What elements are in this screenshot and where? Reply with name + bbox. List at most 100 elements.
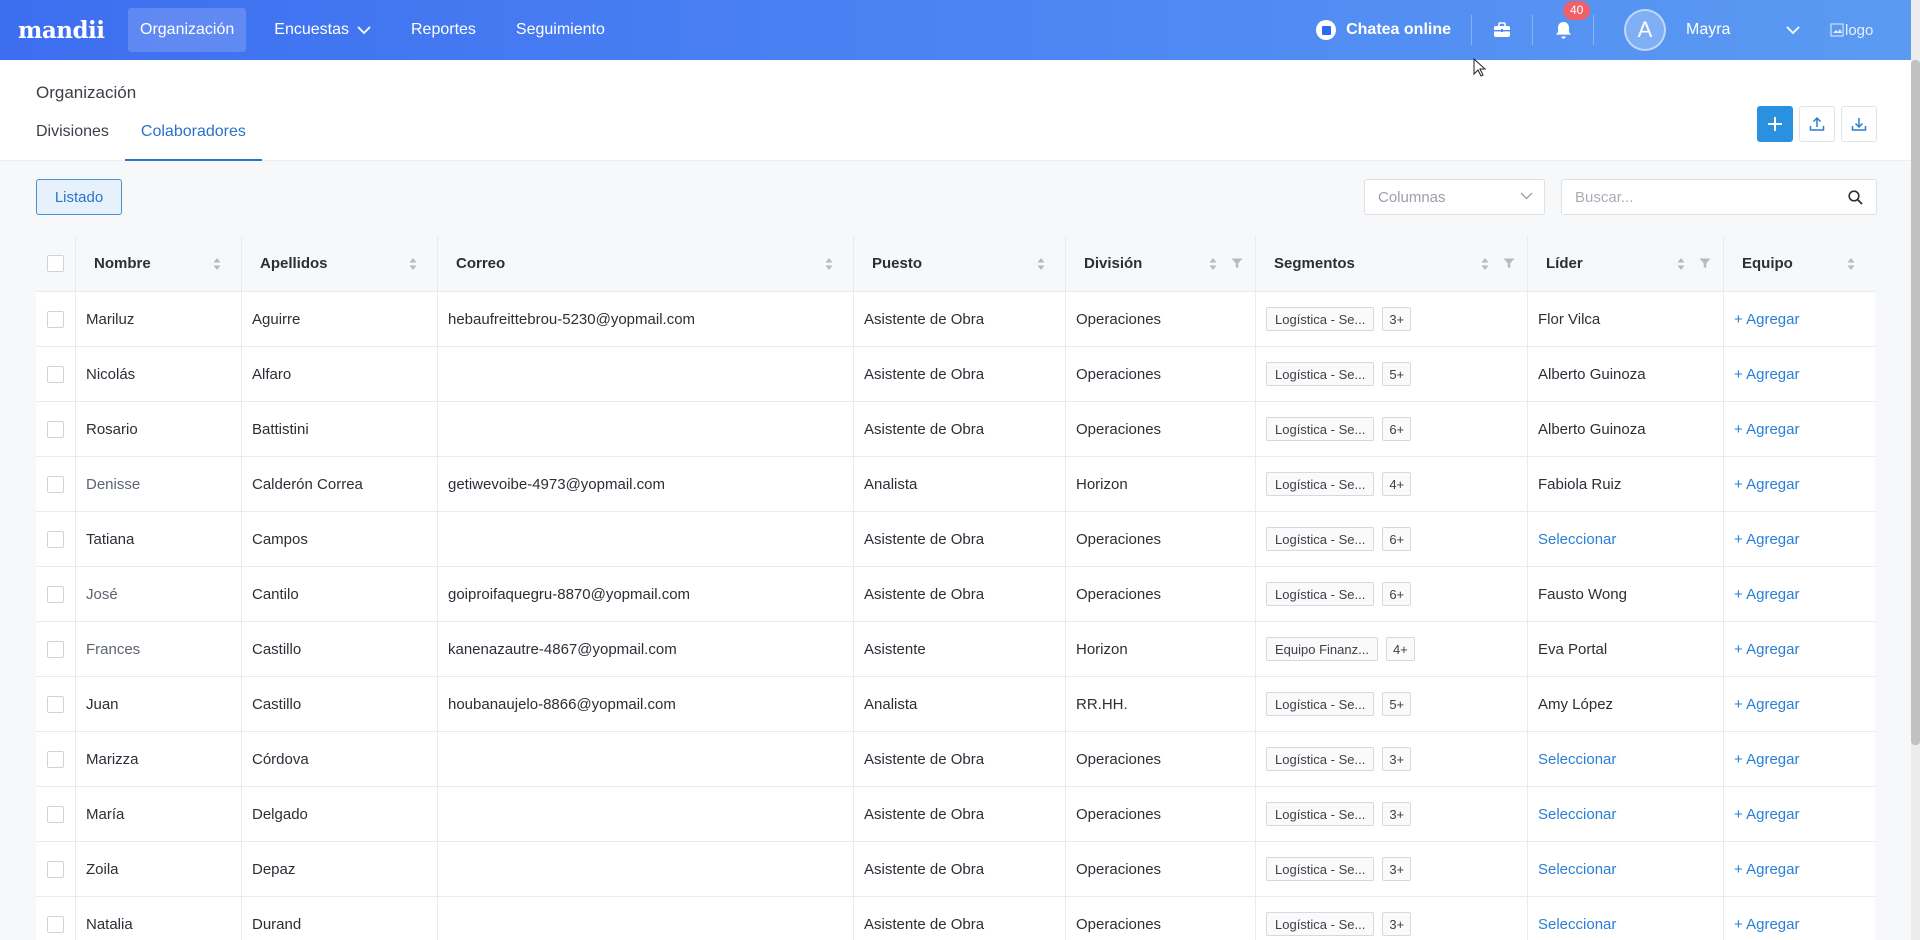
brand-logo[interactable]: mandii <box>18 17 128 44</box>
segment-more-tag[interactable]: 6+ <box>1382 527 1412 551</box>
segment-more-tag[interactable]: 3+ <box>1382 857 1412 881</box>
segment-more-tag[interactable]: 3+ <box>1382 307 1412 331</box>
table-row[interactable]: José Cantilo goiproifaquegru-8870@yopmai… <box>36 567 1875 622</box>
table-row[interactable]: Marizza Córdova Asistente de Obra Operac… <box>36 732 1875 787</box>
column-header-apellidos[interactable]: Apellidos <box>242 236 438 291</box>
sort-icon[interactable] <box>1847 257 1855 271</box>
filter-icon[interactable] <box>1699 258 1711 269</box>
user-menu-chevron-down-icon[interactable] <box>1786 25 1800 35</box>
add-team-link[interactable]: + Agregar <box>1734 586 1799 603</box>
segment-tag[interactable]: Logística - Se... <box>1266 912 1375 936</box>
briefcase-button[interactable] <box>1472 0 1532 60</box>
user-name[interactable]: Mayra <box>1686 21 1786 39</box>
nav-reportes[interactable]: Reportes <box>399 8 488 52</box>
table-row[interactable]: Natalia Durand Asistente de Obra Operaci… <box>36 897 1875 940</box>
select-leader-link[interactable]: Seleccionar <box>1538 751 1616 768</box>
table-row[interactable]: Denisse Calderón Correa getiwevoibe-4973… <box>36 457 1875 512</box>
segment-more-tag[interactable]: 5+ <box>1382 692 1412 716</box>
add-team-link[interactable]: + Agregar <box>1734 641 1799 658</box>
row-checkbox[interactable] <box>47 585 64 603</box>
user-avatar[interactable]: A <box>1624 9 1666 51</box>
select-leader-link[interactable]: Seleccionar <box>1538 531 1616 548</box>
tab-divisiones[interactable]: Divisiones <box>36 123 109 161</box>
column-header-puesto[interactable]: Puesto <box>854 236 1066 291</box>
sort-icon[interactable] <box>1209 257 1217 271</box>
sort-icon[interactable] <box>409 257 417 271</box>
segment-tag[interactable]: Logística - Se... <box>1266 527 1375 551</box>
columns-select[interactable]: Columnas <box>1364 179 1545 215</box>
segment-more-tag[interactable]: 6+ <box>1382 417 1412 441</box>
notifications-button[interactable]: 40 <box>1533 0 1593 60</box>
add-team-link[interactable]: + Agregar <box>1734 696 1799 713</box>
segment-tag[interactable]: Logística - Se... <box>1266 802 1375 826</box>
row-checkbox[interactable] <box>47 640 64 658</box>
row-checkbox[interactable] <box>47 420 64 438</box>
row-checkbox[interactable] <box>47 475 64 493</box>
segment-tag[interactable]: Logística - Se... <box>1266 857 1375 881</box>
add-team-link[interactable]: + Agregar <box>1734 916 1799 933</box>
download-button[interactable] <box>1841 106 1877 142</box>
table-row[interactable]: Tatiana Campos Asistente de Obra Operaci… <box>36 512 1875 567</box>
segment-tag[interactable]: Logística - Se... <box>1266 692 1375 716</box>
table-row[interactable]: Juan Castillo houbanaujelo-8866@yopmail.… <box>36 677 1875 732</box>
sort-icon[interactable] <box>1037 257 1045 271</box>
row-checkbox[interactable] <box>47 805 64 823</box>
table-row[interactable]: Mariluz Aguirre hebaufreittebrou-5230@yo… <box>36 292 1875 347</box>
table-row[interactable]: Rosario Battistini Asistente de Obra Ope… <box>36 402 1875 457</box>
segment-tag[interactable]: Logística - Se... <box>1266 307 1375 331</box>
row-checkbox[interactable] <box>47 365 64 383</box>
add-team-link[interactable]: + Agregar <box>1734 476 1799 493</box>
table-row[interactable]: Frances Castillo kanenazautre-4867@yopma… <box>36 622 1875 677</box>
sort-icon[interactable] <box>1677 257 1685 271</box>
page-scrollbar-thumb[interactable] <box>1911 60 1920 745</box>
add-team-link[interactable]: + Agregar <box>1734 751 1799 768</box>
segment-more-tag[interactable]: 4+ <box>1382 472 1412 496</box>
sort-icon[interactable] <box>1481 257 1489 271</box>
select-leader-link[interactable]: Seleccionar <box>1538 861 1616 878</box>
segment-tag[interactable]: Logística - Se... <box>1266 472 1375 496</box>
segment-more-tag[interactable]: 4+ <box>1385 637 1415 661</box>
select-leader-link[interactable]: Seleccionar <box>1538 916 1616 933</box>
filter-icon[interactable] <box>1503 258 1515 269</box>
column-header-lider[interactable]: Líder <box>1528 236 1724 291</box>
row-checkbox[interactable] <box>47 530 64 548</box>
segment-tag[interactable]: Logística - Se... <box>1266 417 1375 441</box>
add-team-link[interactable]: + Agregar <box>1734 366 1799 383</box>
row-checkbox[interactable] <box>47 750 64 768</box>
segment-tag[interactable]: Logística - Se... <box>1266 362 1375 386</box>
segment-more-tag[interactable]: 3+ <box>1382 802 1412 826</box>
column-header-division[interactable]: División <box>1066 236 1256 291</box>
segment-tag[interactable]: Equipo Finanz... <box>1266 637 1378 661</box>
table-row[interactable]: Nicolás Alfaro Asistente de Obra Operaci… <box>36 347 1875 402</box>
segment-more-tag[interactable]: 3+ <box>1382 747 1412 771</box>
sort-icon[interactable] <box>213 257 221 271</box>
add-collaborator-button[interactable] <box>1757 106 1793 142</box>
listado-button[interactable]: Listado <box>36 179 122 215</box>
segment-tag[interactable]: Logística - Se... <box>1266 582 1375 606</box>
segment-more-tag[interactable]: 6+ <box>1382 582 1412 606</box>
column-header-segmentos[interactable]: Segmentos <box>1256 236 1528 291</box>
nav-seguimiento[interactable]: Seguimiento <box>504 8 617 52</box>
row-checkbox[interactable] <box>47 915 64 933</box>
upload-button[interactable] <box>1799 106 1835 142</box>
search-icon[interactable] <box>1848 190 1863 205</box>
chat-online-button[interactable]: Chatea online <box>1316 20 1451 40</box>
add-team-link[interactable]: + Agregar <box>1734 531 1799 548</box>
add-team-link[interactable]: + Agregar <box>1734 861 1799 878</box>
segment-more-tag[interactable]: 3+ <box>1382 912 1412 936</box>
nav-encuestas[interactable]: Encuestas <box>262 8 383 52</box>
column-header-correo[interactable]: Correo <box>438 236 854 291</box>
add-team-link[interactable]: + Agregar <box>1734 311 1799 328</box>
row-checkbox[interactable] <box>47 310 64 328</box>
column-header-nombre[interactable]: Nombre <box>76 236 242 291</box>
tab-colaboradores[interactable]: Colaboradores <box>124 123 262 161</box>
row-checkbox[interactable] <box>47 695 64 713</box>
add-team-link[interactable]: + Agregar <box>1734 806 1799 823</box>
table-row[interactable]: Zoila Depaz Asistente de Obra Operacione… <box>36 842 1875 897</box>
row-checkbox[interactable] <box>47 860 64 878</box>
search-input[interactable] <box>1575 188 1835 206</box>
select-leader-link[interactable]: Seleccionar <box>1538 806 1616 823</box>
column-header-equipo[interactable]: Equipo <box>1724 236 1875 291</box>
add-team-link[interactable]: + Agregar <box>1734 421 1799 438</box>
filter-icon[interactable] <box>1231 258 1243 269</box>
